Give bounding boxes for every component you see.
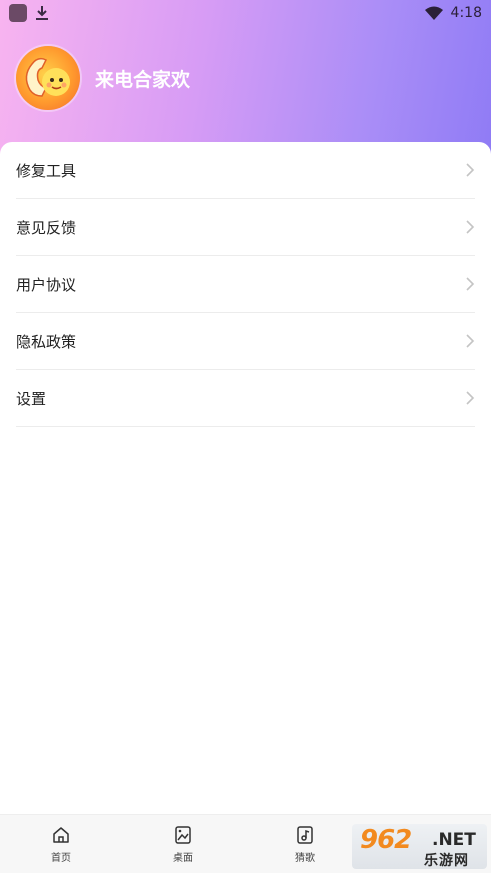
menu-item-label: 意见反馈 [16, 218, 77, 237]
menu-item-label: 设置 [16, 389, 47, 408]
watermark-subtitle: 乐游网 [424, 853, 469, 869]
home-icon [53, 827, 69, 843]
menu-item-settings[interactable]: 设置 [16, 370, 475, 427]
menu-item-user-agreement[interactable]: 用户协议 [16, 256, 475, 313]
profile-header: 来电合家欢 [16, 46, 190, 110]
download-icon [36, 6, 48, 20]
watermark-number: 962 [360, 825, 412, 855]
menu-item-privacy-policy[interactable]: 隐私政策 [16, 313, 475, 370]
app-name: 来电合家欢 [95, 68, 191, 91]
settings-menu: 修复工具 意见反馈 用户协议 隐私政策 设置 [0, 142, 491, 427]
chevron-right-icon [466, 220, 475, 234]
avatar[interactable] [16, 46, 80, 110]
status-left [9, 4, 49, 22]
nav-label: 首页 [51, 853, 71, 864]
watermark-suffix: .NET [432, 830, 476, 850]
menu-item-repair-tool[interactable]: 修复工具 [16, 142, 475, 199]
wifi-icon [424, 6, 443, 20]
menu-item-label: 修复工具 [16, 161, 77, 180]
nav-item-desktop[interactable]: 桌面 [122, 815, 244, 873]
nav-label: 桌面 [173, 853, 193, 864]
menu-item-label: 隐私政策 [16, 332, 77, 351]
menu-item-label: 用户协议 [16, 275, 77, 294]
chevron-right-icon [466, 163, 475, 177]
nav-label: 猜歌 [295, 853, 315, 864]
chevron-right-icon [466, 334, 475, 348]
status-time: 4:18 [450, 5, 482, 21]
watermark-logo: 962 .NET 乐游网 [352, 824, 487, 869]
nav-item-home[interactable]: 首页 [0, 815, 122, 873]
menu-card: 修复工具 意见反馈 用户协议 隐私政策 设置 [0, 142, 491, 814]
music-note-icon [297, 826, 313, 844]
app-notification-icon [9, 4, 27, 22]
status-bar: 4:18 [0, 0, 491, 26]
phone-mascot-icon [25, 57, 70, 97]
status-right: 4:18 [424, 5, 482, 21]
menu-item-feedback[interactable]: 意见反馈 [16, 199, 475, 256]
chevron-right-icon [466, 277, 475, 291]
chevron-right-icon [466, 391, 475, 405]
nav-item-guess-song[interactable]: 猜歌 [244, 815, 366, 873]
picture-icon [175, 826, 191, 844]
